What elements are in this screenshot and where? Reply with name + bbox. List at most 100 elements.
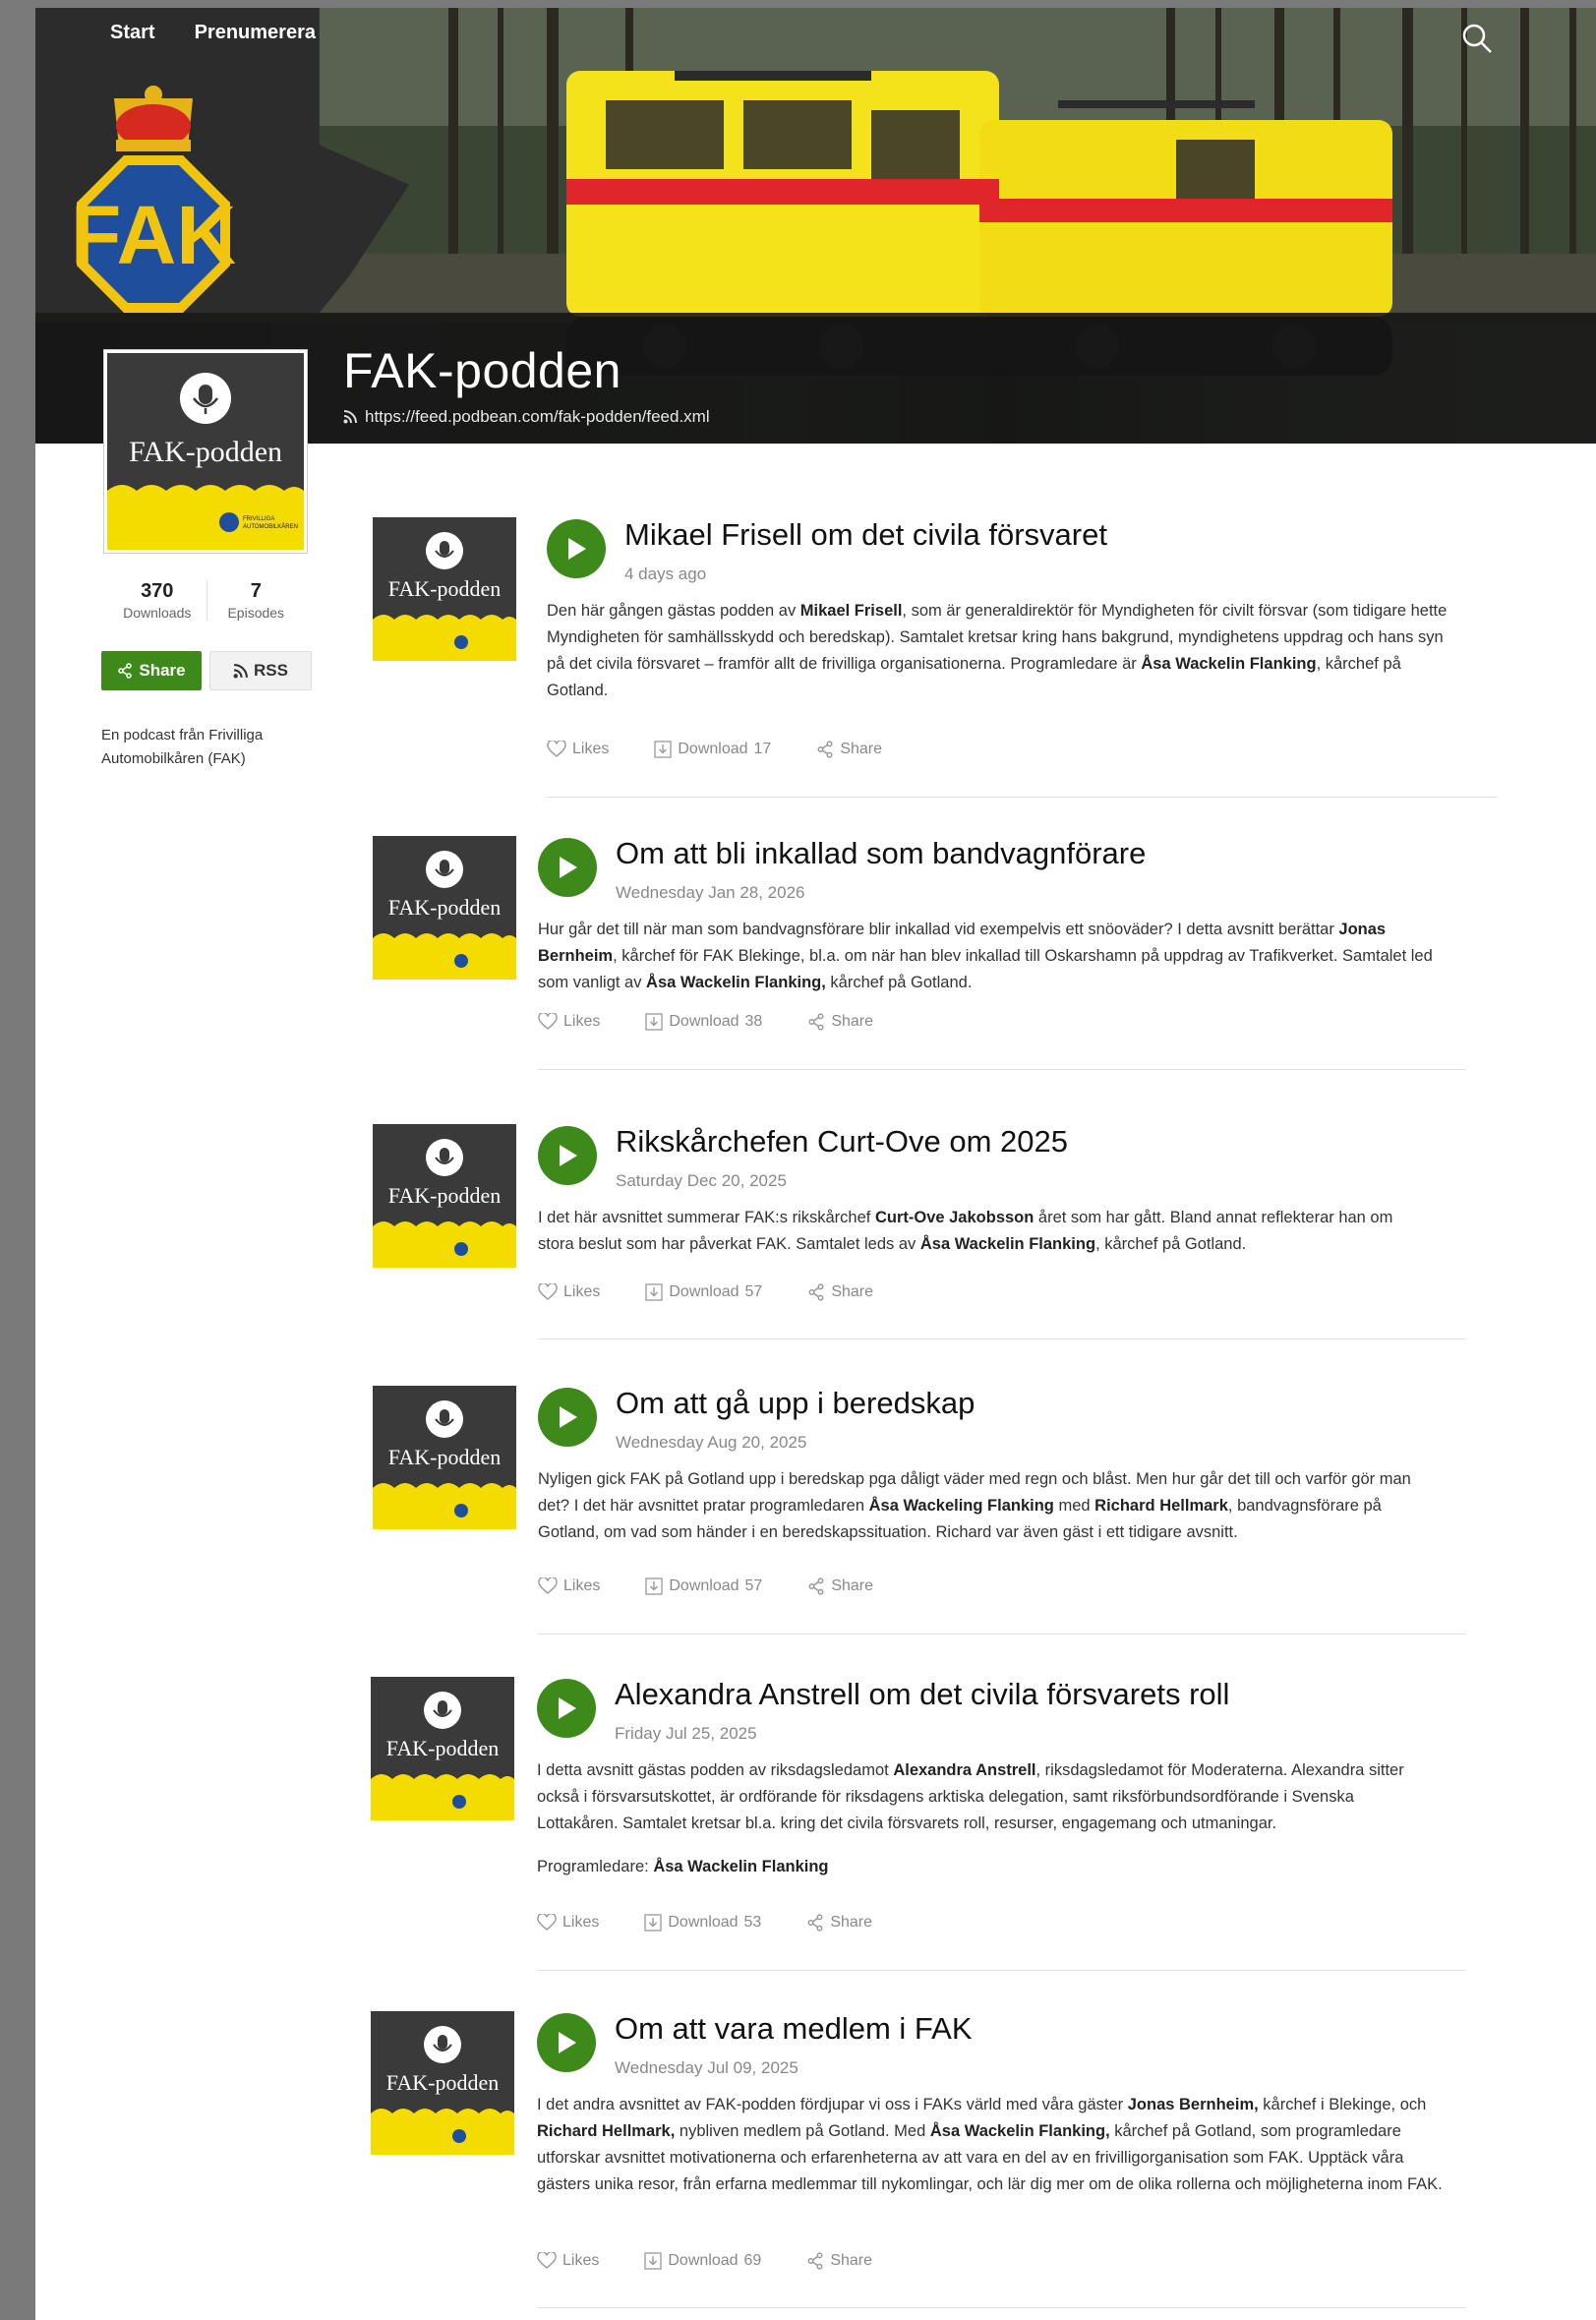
rss-button[interactable]: RSS [209,651,312,690]
download-label: Download [669,1013,739,1030]
episode-description: Hur går det till när man som bandvagnsfö… [538,917,1433,996]
share-icon [817,741,833,758]
like-button[interactable]: Likes [547,741,609,758]
episode-share-button[interactable]: Share [807,1577,873,1595]
episode-cover-art[interactable]: FAK-podden [373,1386,516,1529]
download-button[interactable]: Download 53 [644,1914,761,1932]
heart-icon [538,1283,558,1300]
like-label: Likes [563,1013,601,1030]
episode-actions: Likes Download 69 Share [537,2252,872,2270]
episode-title[interactable]: Rikskårchefen Curt-Ove om 2025 [616,1124,1068,1160]
episode-date: Friday Jul 25, 2025 [615,1724,757,1743]
episode-share-button[interactable]: Share [807,1283,873,1301]
like-button[interactable]: Likes [538,1577,600,1595]
episode-cover-art[interactable]: FAK-podden [373,517,516,661]
fak-logo-text: FAK [71,189,236,281]
download-button[interactable]: Download 38 [645,1013,762,1031]
episode-share-button[interactable]: Share [806,2252,872,2270]
episode-divider [537,1970,1466,1971]
episode-share-label: Share [830,1914,873,1931]
page: Start Prenumerera FAK FAK-podden https:/… [35,8,1596,2320]
nav-subscribe-link[interactable]: Prenumerera [195,22,316,44]
cover-caption-line2: AUTOMOBILKÅREN [243,523,298,530]
download-icon [645,1283,664,1301]
like-label: Likes [562,2252,600,2269]
episode-share-button[interactable]: Share [816,741,882,758]
play-icon [559,1697,576,1719]
play-icon [560,1406,577,1428]
episode-date: Wednesday Jan 28, 2026 [616,883,805,902]
download-button[interactable]: Download 17 [654,741,771,758]
episode-description-text: Den här gången gästas podden av [547,602,800,620]
episode-description-name: Richard Hellmark [1094,1497,1228,1515]
episode-play-button[interactable] [547,519,606,578]
episode-description-text: I det andra avsnittet av FAK-podden förd… [537,2096,1128,2113]
download-button[interactable]: Download 57 [645,1577,762,1595]
episode-play-button[interactable] [537,2013,596,2072]
like-label: Likes [562,1914,600,1931]
podcast-cover-art[interactable]: FAK-podden FRIVILLIGA AUTOMOBILKÅREN [104,350,307,553]
episode-share-button[interactable]: Share [806,1914,872,1932]
episode-play-button[interactable] [538,1388,597,1447]
episode-description: Nyligen gick FAK på Gotland upp i bereds… [538,1466,1433,1546]
episode-play-button[interactable] [538,838,597,897]
share-icon [808,1577,824,1595]
share-button[interactable]: Share [101,651,202,690]
like-button[interactable]: Likes [537,2252,599,2270]
episode-cover-art[interactable]: FAK-podden [373,1124,516,1268]
episode-description-text: nybliven medlem på Gotland. Med [675,2122,930,2140]
fak-logo[interactable]: FAK [65,79,242,325]
episode-actions: Likes Download 17 Share [547,741,882,758]
downloads-stat: 370 Downloads [108,580,207,621]
episode-share-label: Share [831,1283,874,1300]
episode-description-text: kårchef på Gotland. [825,974,973,991]
download-icon [645,1013,664,1031]
episode-title[interactable]: Om att gå upp i beredskap [616,1386,975,1421]
episode-description-text: kårchef i Blekinge, och [1258,2096,1427,2113]
download-count: 69 [743,2252,762,2269]
episode-share-button[interactable]: Share [807,1013,873,1031]
episode-cover-art[interactable]: FAK-podden [373,836,516,980]
download-button[interactable]: Download 69 [644,2252,761,2270]
episode-cover-art[interactable]: FAK-podden [371,1677,514,1820]
episode-title[interactable]: Alexandra Anstrell om det civila försvar… [615,1677,1229,1712]
download-button[interactable]: Download 57 [645,1283,762,1301]
download-icon [654,741,673,758]
svg-text:FAK-podden: FAK-podden [386,2070,499,2095]
episode-description-name: Åsa Wackelin Flanking [1141,655,1317,673]
feed-url[interactable]: https://feed.podbean.com/fak-podden/feed… [343,407,710,427]
svg-text:FAK-podden: FAK-podden [388,1183,501,1208]
podcast-stats: 370 Downloads 7 Episodes [108,580,305,621]
like-label: Likes [563,1283,601,1300]
episode-title[interactable]: Om att vara medlem i FAK [615,2011,973,2047]
episode-description: I detta avsnitt gästas podden av riksdag… [537,1757,1432,1837]
episode-cover-art[interactable]: FAK-podden [371,2011,514,2155]
episode-play-button[interactable] [538,1126,597,1185]
download-icon [645,1577,664,1595]
episode-actions: Likes Download 57 Share [538,1283,873,1301]
download-count: 57 [744,1577,763,1594]
download-label: Download [668,1914,739,1931]
episode-description-name: Åsa Wackelin Flanking, [646,974,826,991]
episode-title[interactable]: Mikael Frisell om det civila försvaret [624,517,1107,553]
play-icon [560,857,577,878]
episode-share-label: Share [831,1577,874,1594]
feed-url-text[interactable]: https://feed.podbean.com/fak-podden/feed… [365,407,710,427]
episodes-stat: 7 Episodes [206,580,306,621]
episode-description-text: , kårchef på Gotland. [1095,1235,1247,1253]
like-button[interactable]: Likes [538,1013,600,1031]
nav-start-link[interactable]: Start [110,22,155,44]
search-icon[interactable] [1460,22,1494,55]
like-button[interactable]: Likes [537,1914,599,1932]
episode-play-button[interactable] [537,1679,596,1738]
like-button[interactable]: Likes [538,1283,600,1301]
podcast-about: En podcast från Frivilliga Automobilkåre… [101,727,264,767]
heart-icon [538,1013,558,1030]
download-label: Download [668,2252,739,2269]
episode-divider [538,1338,1466,1339]
episode-title[interactable]: Om att bli inkallad som bandvagnförare [616,836,1146,871]
episode-share-label: Share [840,741,883,757]
episode-description-text: med [1053,1497,1095,1515]
share-icon [118,663,133,679]
episode-date: Wednesday Jul 09, 2025 [615,2058,798,2077]
